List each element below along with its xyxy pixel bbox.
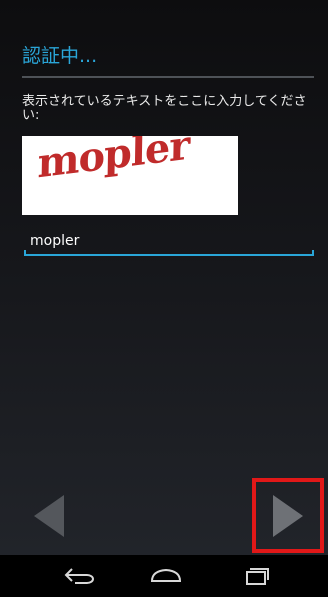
system-navigation-bar [0, 555, 328, 597]
instruction-text: 表示されているテキストをここに入力してください: [22, 94, 307, 123]
next-button[interactable] [252, 478, 324, 553]
captcha-image: mopler [22, 136, 238, 215]
captcha-input-container [24, 228, 314, 258]
captcha-text: mopler [37, 136, 190, 188]
back-icon [64, 568, 94, 584]
title-divider [22, 76, 314, 78]
captcha-screen: 認証中... 表示されているテキストをここに入力してください: mopler [0, 0, 328, 597]
right-arrow-icon [273, 494, 303, 537]
input-underline [24, 250, 314, 256]
system-recent-apps-button[interactable] [231, 561, 281, 591]
recent-apps-icon [246, 568, 269, 585]
back-button[interactable] [14, 478, 84, 553]
system-back-button[interactable] [55, 561, 105, 591]
captcha-input[interactable] [24, 228, 314, 254]
system-home-button[interactable] [141, 561, 191, 591]
home-icon [150, 568, 182, 582]
left-arrow-icon [34, 494, 64, 537]
page-title: 認証中... [22, 45, 98, 67]
